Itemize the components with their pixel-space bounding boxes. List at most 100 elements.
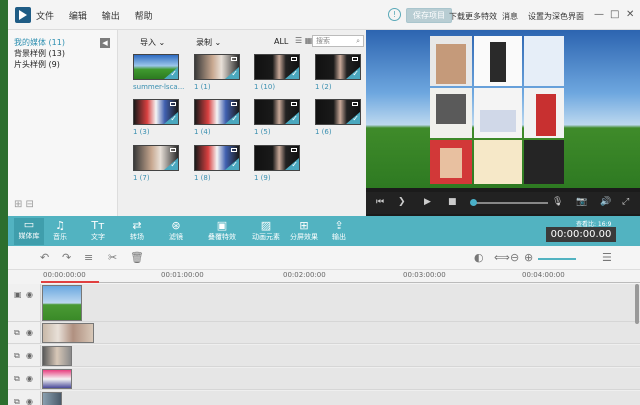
preview-progress-knob[interactable] xyxy=(470,199,477,206)
music-tool[interactable]: ♫ 音乐 xyxy=(45,219,75,242)
overlay-tool[interactable]: ▣ 叠覆特效 xyxy=(202,219,242,242)
zoom-in-icon[interactable]: ⊕ xyxy=(524,251,533,264)
eye-icon[interactable]: ◉ xyxy=(26,374,33,383)
step-icon[interactable]: ❯ xyxy=(398,197,406,207)
media-thumbnail-label: 1 (6) xyxy=(315,128,332,136)
video-track-5[interactable]: ⧉ ◉ xyxy=(8,391,640,405)
delete-icon[interactable]: 🗑 xyxy=(130,251,144,264)
media-thumbnail-label: 1 (9) xyxy=(254,174,271,182)
checkmark-icon: ✓ xyxy=(164,67,178,79)
main-toolbar: ▭ 媒体库 ♫ 音乐 Tт 文字 ⇄ 转场 ⊛ 滤镜 ▣ 叠覆特效 ▨ 动画元素 ⊞ 分屏效果 ⇪ 输出 查看比:… xyxy=(8,216,640,246)
preview-panel: ⏮ ❯ ▶ ■ 🎙 📷 🔊 ⤢ xyxy=(366,30,640,216)
media-library-tool[interactable]: ▭ 媒体库 xyxy=(14,218,44,245)
menu-help[interactable]: 帮助 xyxy=(135,12,153,22)
tick-label: 00:03:00:00 xyxy=(403,271,446,279)
timeline-clip[interactable] xyxy=(42,346,72,366)
library-sidebar: 我的媒体 (11) 背景样例 (13) 片头样例 (9) ◀ ⊞ ⊟ xyxy=(8,30,118,216)
tool-label: 动画元素 xyxy=(252,233,280,241)
maximize-icon[interactable]: □ xyxy=(610,9,619,20)
volume-icon[interactable]: 🔊 xyxy=(600,197,611,207)
timeline-ruler[interactable]: 00:00:00:00 00:01:00:00 00:02:00:00 00:0… xyxy=(8,270,640,284)
eye-icon[interactable]: ◉ xyxy=(26,328,33,337)
media-thumbnail[interactable]: ✓ xyxy=(315,54,361,80)
playhead[interactable] xyxy=(41,281,99,283)
download-effects-link[interactable]: 下载更多特效 xyxy=(449,11,497,22)
undo-icon[interactable]: ↶ xyxy=(40,251,49,264)
filter-tool[interactable]: ⊛ 滤镜 xyxy=(161,219,191,242)
render-icon[interactable]: ◐ xyxy=(474,251,484,264)
media-thumbnail[interactable]: ✓ xyxy=(194,99,240,125)
tool-label: 输出 xyxy=(332,233,346,241)
media-thumbnail[interactable]: ✓ xyxy=(315,99,361,125)
track-type-icon: ⧉ xyxy=(14,397,20,405)
media-thumbnail-label: 1 (7) xyxy=(133,174,150,182)
cut-icon[interactable]: ✂ xyxy=(108,251,117,264)
stop-icon[interactable]: ■ xyxy=(448,197,457,207)
media-thumbnail[interactable]: ✓ xyxy=(194,54,240,80)
checkmark-icon: ✓ xyxy=(285,158,299,170)
menu-export[interactable]: 输出 xyxy=(102,12,120,22)
adjust-icon[interactable]: ≡ xyxy=(84,251,93,264)
timeline-view-icon[interactable]: ☰ xyxy=(602,251,612,264)
filter-all[interactable]: ALL xyxy=(274,37,288,46)
add-folder-icon[interactable]: ⊞ ⊟ xyxy=(14,199,34,210)
collapse-sidebar-icon[interactable]: ◀ xyxy=(100,38,110,48)
ruler-line xyxy=(41,282,640,283)
save-project-button[interactable]: 保存项目 xyxy=(406,8,452,23)
media-thumbnail[interactable]: ✓ xyxy=(133,99,179,125)
zoom-out-icon[interactable]: ⊖ xyxy=(510,251,519,264)
dark-theme-link[interactable]: 设置为深色界面 xyxy=(528,11,584,22)
media-thumbnail[interactable]: ✓ xyxy=(254,145,300,171)
timeline-clip[interactable] xyxy=(42,369,72,389)
timeline-clip[interactable] xyxy=(42,392,62,405)
timeline-clip[interactable] xyxy=(42,285,82,321)
snapshot-icon[interactable]: 📷 xyxy=(576,197,587,207)
messages-link[interactable]: 消息 xyxy=(502,11,518,22)
previous-frame-icon[interactable]: ⏮ xyxy=(376,197,384,207)
transition-tool[interactable]: ⇄ 转场 xyxy=(122,219,152,242)
info-icon[interactable]: ! xyxy=(388,8,401,21)
microphone-icon[interactable]: 🎙 xyxy=(552,197,563,207)
zoom-fit-icon[interactable]: ⟺ xyxy=(494,251,510,264)
preview-progress-bar[interactable] xyxy=(472,202,548,204)
video-track-3[interactable]: ⧉ ◉ xyxy=(8,345,640,367)
play-icon[interactable]: ▶ xyxy=(424,197,431,207)
media-thumbnail[interactable]: ✓ xyxy=(133,145,179,171)
split-screen-tool[interactable]: ⊞ 分屏效果 xyxy=(284,219,324,242)
media-thumbnail[interactable]: ✓ xyxy=(194,145,240,171)
elements-tool[interactable]: ▨ 动画元素 xyxy=(246,219,286,242)
video-track-1[interactable]: ▣ ◉ xyxy=(8,284,640,322)
minimize-icon[interactable]: — xyxy=(594,9,604,20)
menu-file[interactable]: 文件 xyxy=(36,12,54,22)
media-thumbnail[interactable]: ✓ xyxy=(254,99,300,125)
search-icon: ⌕ xyxy=(356,37,360,45)
video-camera-icon xyxy=(291,148,297,152)
import-dropdown[interactable]: 导入 ⌄ xyxy=(140,37,165,48)
menu-edit[interactable]: 编辑 xyxy=(69,12,87,22)
video-track-4[interactable]: ⧉ ◉ xyxy=(8,368,640,390)
media-thumbnail[interactable]: ✓ xyxy=(133,54,179,80)
video-track-2[interactable]: ⧉ ◉ xyxy=(8,322,640,344)
tool-label: 分屏效果 xyxy=(290,233,318,241)
export-tool[interactable]: ⇪ 输出 xyxy=(324,219,354,242)
eye-icon[interactable]: ◉ xyxy=(26,351,33,360)
library-item-intro-samples[interactable]: 片头样例 (9) xyxy=(8,59,117,70)
eye-icon[interactable]: ◉ xyxy=(26,397,33,405)
search-input[interactable]: 搜索 ⌕ xyxy=(312,35,364,47)
timeline-scrollbar[interactable] xyxy=(635,284,639,324)
close-icon[interactable]: ✕ xyxy=(626,9,634,20)
view-toggle-icon[interactable]: ☰ ▦ xyxy=(295,36,312,45)
record-dropdown[interactable]: 录制 ⌄ xyxy=(196,37,221,48)
timeline-clip[interactable] xyxy=(42,323,94,343)
media-thumbnail[interactable]: ✓ xyxy=(254,54,300,80)
redo-icon[interactable]: ↷ xyxy=(62,251,71,264)
eye-icon[interactable]: ◉ xyxy=(26,290,33,299)
track-type-icon: ▣ xyxy=(14,290,22,299)
media-thumbnail-label: 1 (1) xyxy=(194,83,211,91)
fullscreen-icon[interactable]: ⤢ xyxy=(622,197,629,207)
text-tool[interactable]: Tт 文字 xyxy=(83,219,113,242)
video-camera-icon xyxy=(231,102,237,106)
library-item-background-samples[interactable]: 背景样例 (13) xyxy=(8,48,117,59)
checkmark-icon: ✓ xyxy=(164,158,178,170)
zoom-slider[interactable] xyxy=(538,258,576,260)
